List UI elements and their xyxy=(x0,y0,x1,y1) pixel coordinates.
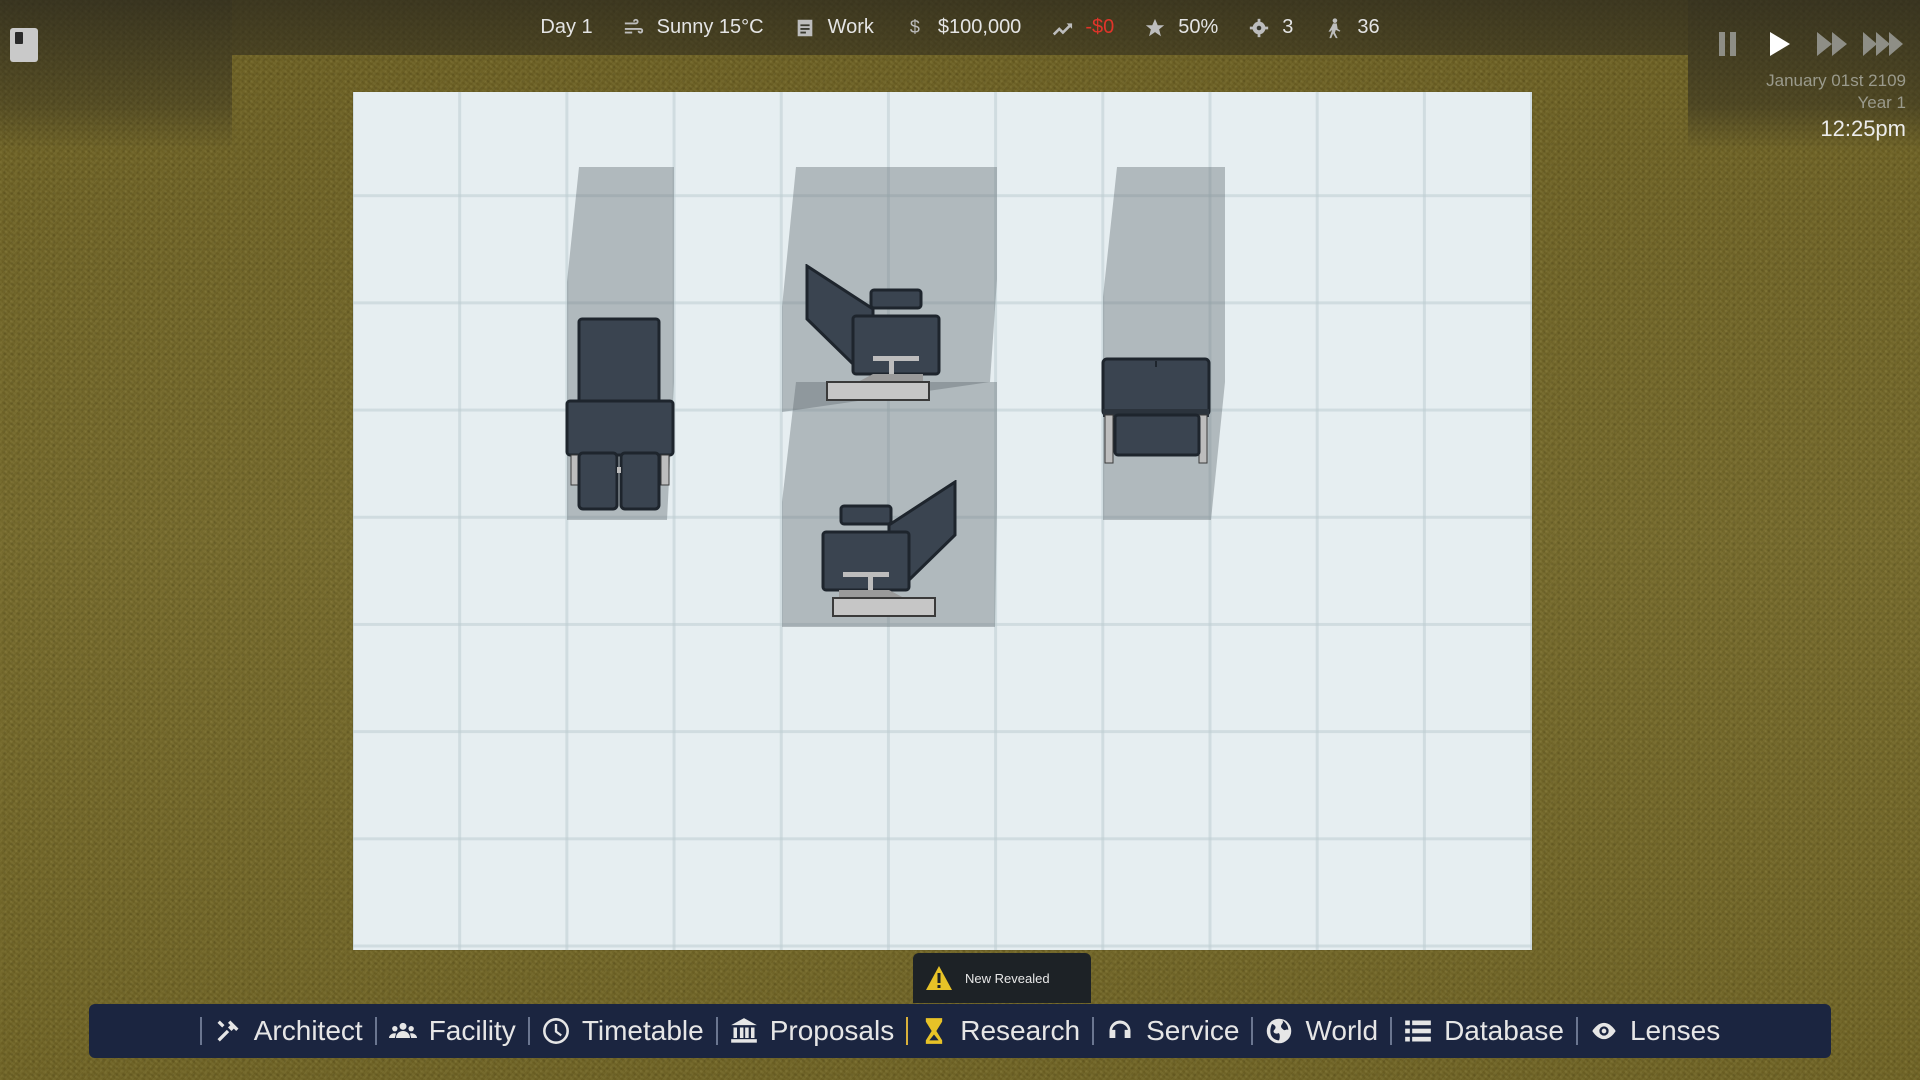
star-icon xyxy=(1144,17,1166,39)
menu-label: World xyxy=(1305,1015,1379,1046)
people-group-icon xyxy=(388,1022,417,1038)
menu-separator xyxy=(1251,1017,1254,1045)
fastest-forward-button[interactable] xyxy=(1862,26,1906,62)
menu-separator xyxy=(715,1017,718,1045)
menu-separator xyxy=(199,1017,202,1045)
menu-lenses[interactable]: Lenses xyxy=(1584,1015,1726,1047)
hourglass-icon xyxy=(926,1018,943,1044)
menu-label: Facility xyxy=(428,1015,516,1046)
staff-count-label: 3 xyxy=(1282,16,1294,38)
tools-icon xyxy=(217,1020,239,1042)
gear-icon xyxy=(1248,17,1270,39)
new-revealed-notification[interactable]: New Revealed xyxy=(913,953,1091,1003)
time-panel: January 01st 2109 Year 1 12:25pm xyxy=(1688,0,1920,150)
walking-person-icon xyxy=(1323,17,1345,39)
shift-label: Work xyxy=(827,16,874,38)
headset-icon xyxy=(1109,1020,1131,1038)
money-change-stat[interactable]: -$0 xyxy=(1051,16,1114,39)
fastest-forward-icon xyxy=(1863,32,1903,56)
time-label: 12:25pm xyxy=(1820,116,1906,141)
clock: January 01st 2109 Year 1 12:25pm xyxy=(1766,70,1906,144)
menu-separator xyxy=(374,1017,377,1045)
play-icon xyxy=(1770,32,1790,56)
pause-icon xyxy=(1719,32,1736,56)
treatment-bed[interactable] xyxy=(565,317,677,512)
menu-label: Service xyxy=(1146,1015,1240,1046)
wind-icon xyxy=(623,17,645,39)
menu-separator xyxy=(527,1017,530,1045)
menu-separator xyxy=(906,1017,909,1045)
trend-up-icon xyxy=(1051,17,1073,39)
year-label: Year 1 xyxy=(1857,93,1906,112)
notification-text: New Revealed xyxy=(965,970,1050,986)
armchair[interactable] xyxy=(1101,357,1213,469)
warning-icon xyxy=(926,966,952,990)
dollar-icon: $ xyxy=(909,17,920,37)
day-stat: Day 1 xyxy=(540,16,592,39)
menu-service[interactable]: Service xyxy=(1100,1015,1245,1047)
clipboard-icon xyxy=(794,17,816,39)
weather-label: Sunny 15°C xyxy=(656,16,764,38)
people-stat[interactable]: 36 xyxy=(1323,16,1380,39)
menu-label: Architect xyxy=(253,1015,363,1046)
fast-forward-icon xyxy=(1817,32,1847,56)
day-label: Day 1 xyxy=(540,16,593,38)
reclining-chair[interactable] xyxy=(803,264,943,409)
room-floor[interactable] xyxy=(353,92,1532,950)
pause-button[interactable] xyxy=(1706,26,1750,62)
menu-proposals[interactable]: Proposals xyxy=(724,1015,901,1047)
menu-label: Proposals xyxy=(769,1015,895,1046)
menu-label: Database xyxy=(1444,1015,1564,1046)
top-left-panel xyxy=(0,0,232,150)
weather-stat[interactable]: Sunny 15°C xyxy=(623,16,764,39)
status-bar: Day 1 Sunny 15°C Work $ $100,000 -$0 50%… xyxy=(232,0,1688,55)
menu-timetable[interactable]: Timetable xyxy=(536,1015,710,1047)
staff-stat[interactable]: 3 xyxy=(1248,16,1293,39)
fast-forward-button[interactable] xyxy=(1810,26,1854,62)
list-icon xyxy=(1405,1020,1431,1042)
money-change-label: -$0 xyxy=(1085,16,1115,38)
menu-label: Timetable xyxy=(581,1015,704,1046)
play-button[interactable] xyxy=(1758,26,1802,62)
menu-facility[interactable]: Facility xyxy=(383,1015,522,1047)
rating-stat[interactable]: 50% xyxy=(1144,16,1218,39)
menu-architect[interactable]: Architect xyxy=(208,1015,369,1047)
menu-world[interactable]: World xyxy=(1259,1015,1384,1047)
money-label: $100,000 xyxy=(937,16,1022,38)
menu-label: Lenses xyxy=(1629,1015,1721,1046)
institution-icon xyxy=(730,1018,757,1043)
date-label: January 01st 2109 xyxy=(1766,71,1906,90)
clock-icon xyxy=(542,1018,569,1044)
eye-icon xyxy=(1592,1022,1616,1040)
people-count-label: 36 xyxy=(1357,16,1380,38)
menu-database[interactable]: Database xyxy=(1398,1015,1570,1047)
menu-research[interactable]: Research xyxy=(914,1015,1086,1047)
menu-separator xyxy=(1575,1017,1578,1045)
reclining-chair[interactable] xyxy=(819,480,959,625)
save-icon[interactable] xyxy=(10,28,38,62)
globe-icon xyxy=(1267,1018,1292,1044)
menu-label: Research xyxy=(960,1015,1081,1046)
menu-separator xyxy=(1092,1017,1095,1045)
menu-separator xyxy=(1390,1017,1393,1045)
main-menu-bar: Architect Facility Timetable Proposals R… xyxy=(89,1004,1831,1058)
rating-label: 50% xyxy=(1178,16,1219,38)
money-stat[interactable]: $ $100,000 xyxy=(904,16,1021,39)
shift-stat[interactable]: Work xyxy=(794,16,874,39)
speed-controls xyxy=(1698,26,1906,62)
